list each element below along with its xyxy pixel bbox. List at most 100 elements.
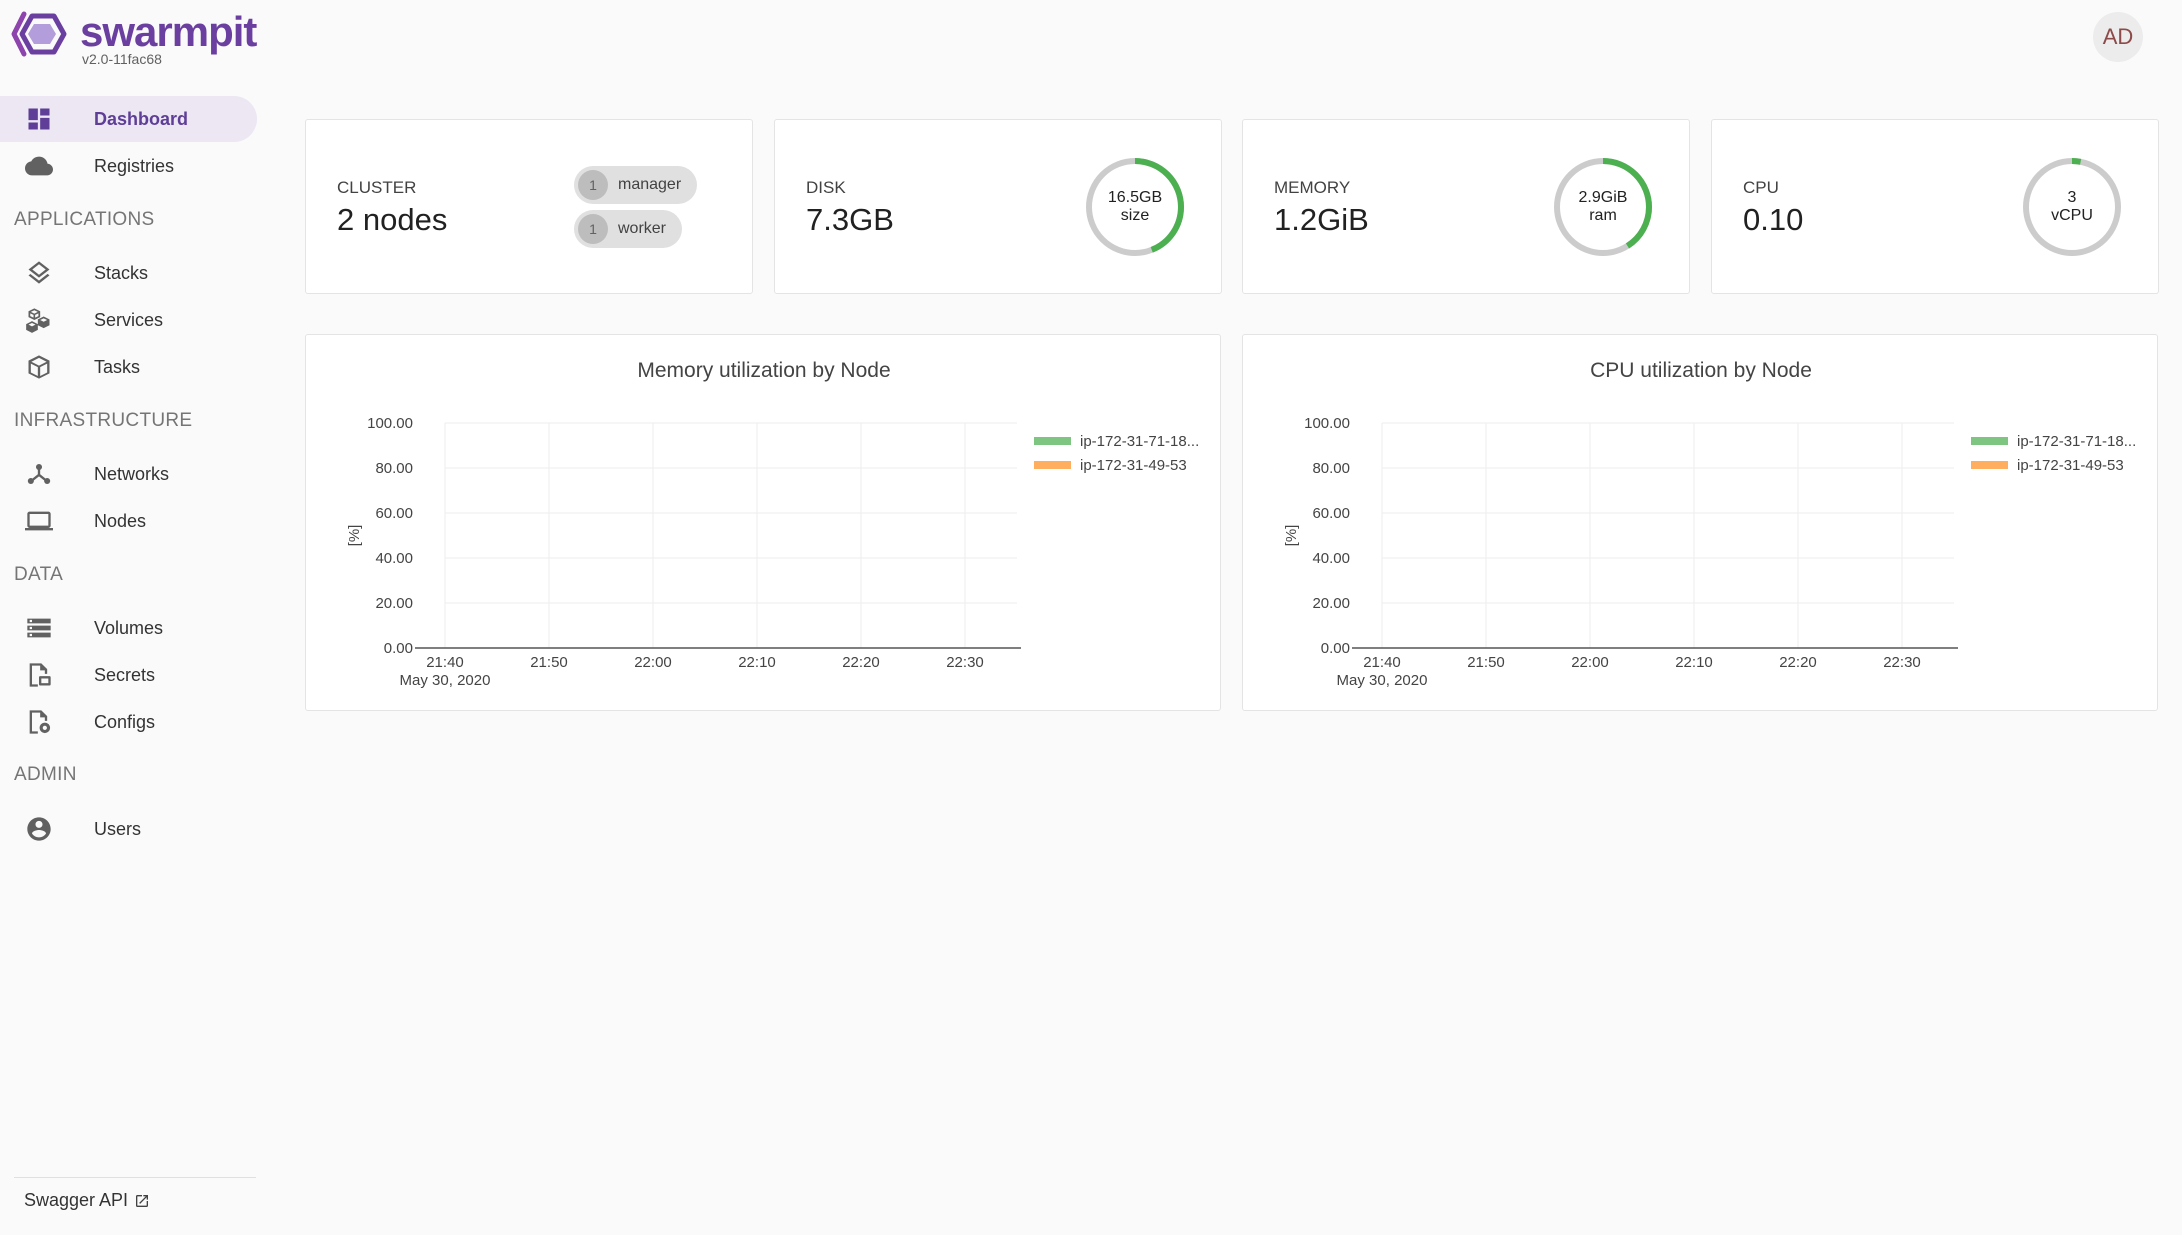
sidebar-item-label: Volumes: [94, 617, 164, 638]
memory-title: MEMORY: [1274, 178, 1351, 197]
sidebar-item-label: Services: [94, 309, 164, 330]
sidebar-item-registries[interactable]: Registries: [0, 143, 257, 189]
y-tick-label: 0.00: [384, 640, 413, 657]
cpu-chart-card: CPU utilization by Node 100.00 80.00 60.00…: [1242, 334, 2158, 711]
disk-gauge-size: 16.5GB: [1107, 189, 1163, 206]
cpu-title: CPU: [1743, 178, 1779, 197]
legend-label: ip-172-31-49-53: [1080, 457, 1187, 474]
user-avatar[interactable]: AD: [2093, 12, 2143, 62]
network-icon: [24, 459, 54, 489]
sidebar-item-stacks[interactable]: Stacks: [0, 250, 257, 296]
sidebar-item-label: Tasks: [94, 356, 141, 377]
open-in-new-icon: [136, 1194, 149, 1207]
x-tick-label: 21:40: [426, 654, 464, 671]
sidebar-item-nodes[interactable]: Nodes: [0, 498, 257, 544]
sidebar-item-label: Secrets: [94, 664, 156, 685]
sidebar: swarmpit v2.0-11fac68 Dashboard Registri…: [0, 0, 258, 1235]
x-tick-label: 22:20: [842, 654, 880, 671]
sidebar-item-label: Stacks: [94, 262, 149, 283]
disk-gauge-label: 16.5GB size: [1084, 156, 1186, 258]
config-file-icon: [24, 707, 54, 737]
memory-gauge-size: 2.9GiB: [1578, 189, 1628, 206]
disk-title: DISK: [806, 178, 846, 197]
y-tick-label: 100.00: [1304, 415, 1350, 432]
chip-count: 1: [578, 170, 608, 200]
y-tick-label: 40.00: [1312, 550, 1350, 567]
cpu-card[interactable]: CPU 0.10 3 vCPU: [1711, 119, 2159, 294]
disk-value: 7.3GB: [806, 202, 894, 237]
chip-label: manager: [618, 176, 682, 193]
section-title-infrastructure: INFRASTRUCTURE: [14, 410, 193, 431]
app-logo[interactable]: swarmpit v2.0-11fac68: [10, 8, 257, 66]
legend-label: ip-172-31-49-53: [2017, 457, 2124, 474]
x-tick-label: 22:30: [1883, 654, 1921, 671]
cluster-card[interactable]: CLUSTER 2 nodes 1 manager 1 worker: [305, 119, 753, 294]
cloud-icon: [24, 151, 54, 181]
disk-card[interactable]: DISK 7.3GB 16.5GB size: [774, 119, 1222, 294]
x-date-label: May 30, 2020: [1337, 672, 1428, 689]
cpu-value: 0.10: [1743, 202, 1804, 237]
sidebar-item-label: Dashboard: [94, 108, 189, 129]
y-tick-label: 60.00: [375, 505, 413, 522]
secret-file-icon: [24, 660, 54, 690]
x-tick-label: 21:40: [1363, 654, 1401, 671]
sidebar-item-secrets[interactable]: Secrets: [0, 652, 257, 698]
memory-gauge-label: 2.9GiB ram: [1552, 156, 1654, 258]
account-circle-icon: [24, 814, 54, 844]
y-tick-label: 20.00: [1312, 595, 1350, 612]
x-tick-label: 22:10: [1675, 654, 1713, 671]
cluster-value: 2 nodes: [337, 202, 448, 237]
memory-chart[interactable]: 100.00 80.00 60.00 40.00 20.00 0.00 21:40 21:50…: [306, 335, 1222, 712]
sidebar-item-volumes[interactable]: Volumes: [0, 605, 257, 651]
section-title-admin: ADMIN: [14, 764, 77, 785]
legend-swatch: [1034, 461, 1071, 469]
memory-card[interactable]: MEMORY 1.2GiB 2.9GiB ram: [1242, 119, 1690, 294]
y-tick-label: 0.00: [1321, 640, 1350, 657]
swarmpit-logo-icon: [11, 11, 67, 57]
manager-chip: 1 manager: [574, 166, 698, 204]
legend-label: ip-172-31-71-18...: [1080, 433, 1199, 450]
chip-count: 1: [578, 214, 608, 244]
swagger-api-label: Swagger API: [24, 1190, 129, 1210]
dashboard-icon: [24, 104, 54, 134]
worker-chip: 1 worker: [574, 210, 683, 248]
x-tick-label: 22:20: [1779, 654, 1817, 671]
memory-chart-card: Memory utilization by Node 100.00 80.00 60…: [305, 334, 1221, 711]
cube-icon: [24, 352, 54, 382]
sidebar-item-dashboard[interactable]: Dashboard: [0, 96, 257, 142]
memory-value: 1.2GiB: [1274, 202, 1369, 237]
sidebar-item-label: Configs: [94, 711, 156, 732]
x-tick-label: 21:50: [530, 654, 568, 671]
legend-swatch: [1971, 461, 2008, 469]
sidebar-item-label: Registries: [94, 155, 175, 176]
cubes-icon: [24, 305, 54, 335]
legend-swatch: [1034, 437, 1071, 445]
swagger-api-link[interactable]: Swagger API: [24, 1190, 150, 1211]
y-tick-label: 80.00: [1312, 460, 1350, 477]
y-tick-label: 60.00: [1312, 505, 1350, 522]
app-name: swarmpit: [80, 8, 257, 55]
sidebar-item-services[interactable]: Services: [0, 297, 257, 343]
layers-icon: [24, 258, 54, 288]
sidebar-item-configs[interactable]: Configs: [0, 699, 257, 745]
x-tick-label: 22:00: [634, 654, 672, 671]
cpu-chart[interactable]: 100.00 80.00 60.00 40.00 20.00 0.00 21:40 21:50…: [1243, 335, 2159, 712]
chip-label: worker: [618, 220, 667, 237]
storage-icon: [24, 613, 54, 643]
section-title-data: DATA: [14, 564, 64, 585]
sidebar-item-users[interactable]: Users: [0, 806, 257, 852]
sidebar-item-networks[interactable]: Networks: [0, 451, 257, 497]
cpu-gauge-label: 3 vCPU: [2021, 156, 2123, 258]
cpu-gauge-unit: vCPU: [2051, 207, 2093, 224]
sidebar-divider: [14, 1177, 256, 1178]
disk-gauge-unit: size: [1120, 207, 1150, 224]
y-axis-label: [%]: [1283, 525, 1300, 547]
y-tick-label: 40.00: [375, 550, 413, 567]
memory-gauge-unit: ram: [1589, 207, 1617, 224]
x-tick-label: 22:00: [1571, 654, 1609, 671]
sidebar-item-tasks[interactable]: Tasks: [0, 344, 257, 390]
x-date-label: May 30, 2020: [400, 672, 491, 689]
cpu-gauge-size: 3: [2067, 189, 2077, 206]
cluster-title: CLUSTER: [337, 178, 417, 197]
sidebar-item-label: Nodes: [94, 510, 147, 531]
